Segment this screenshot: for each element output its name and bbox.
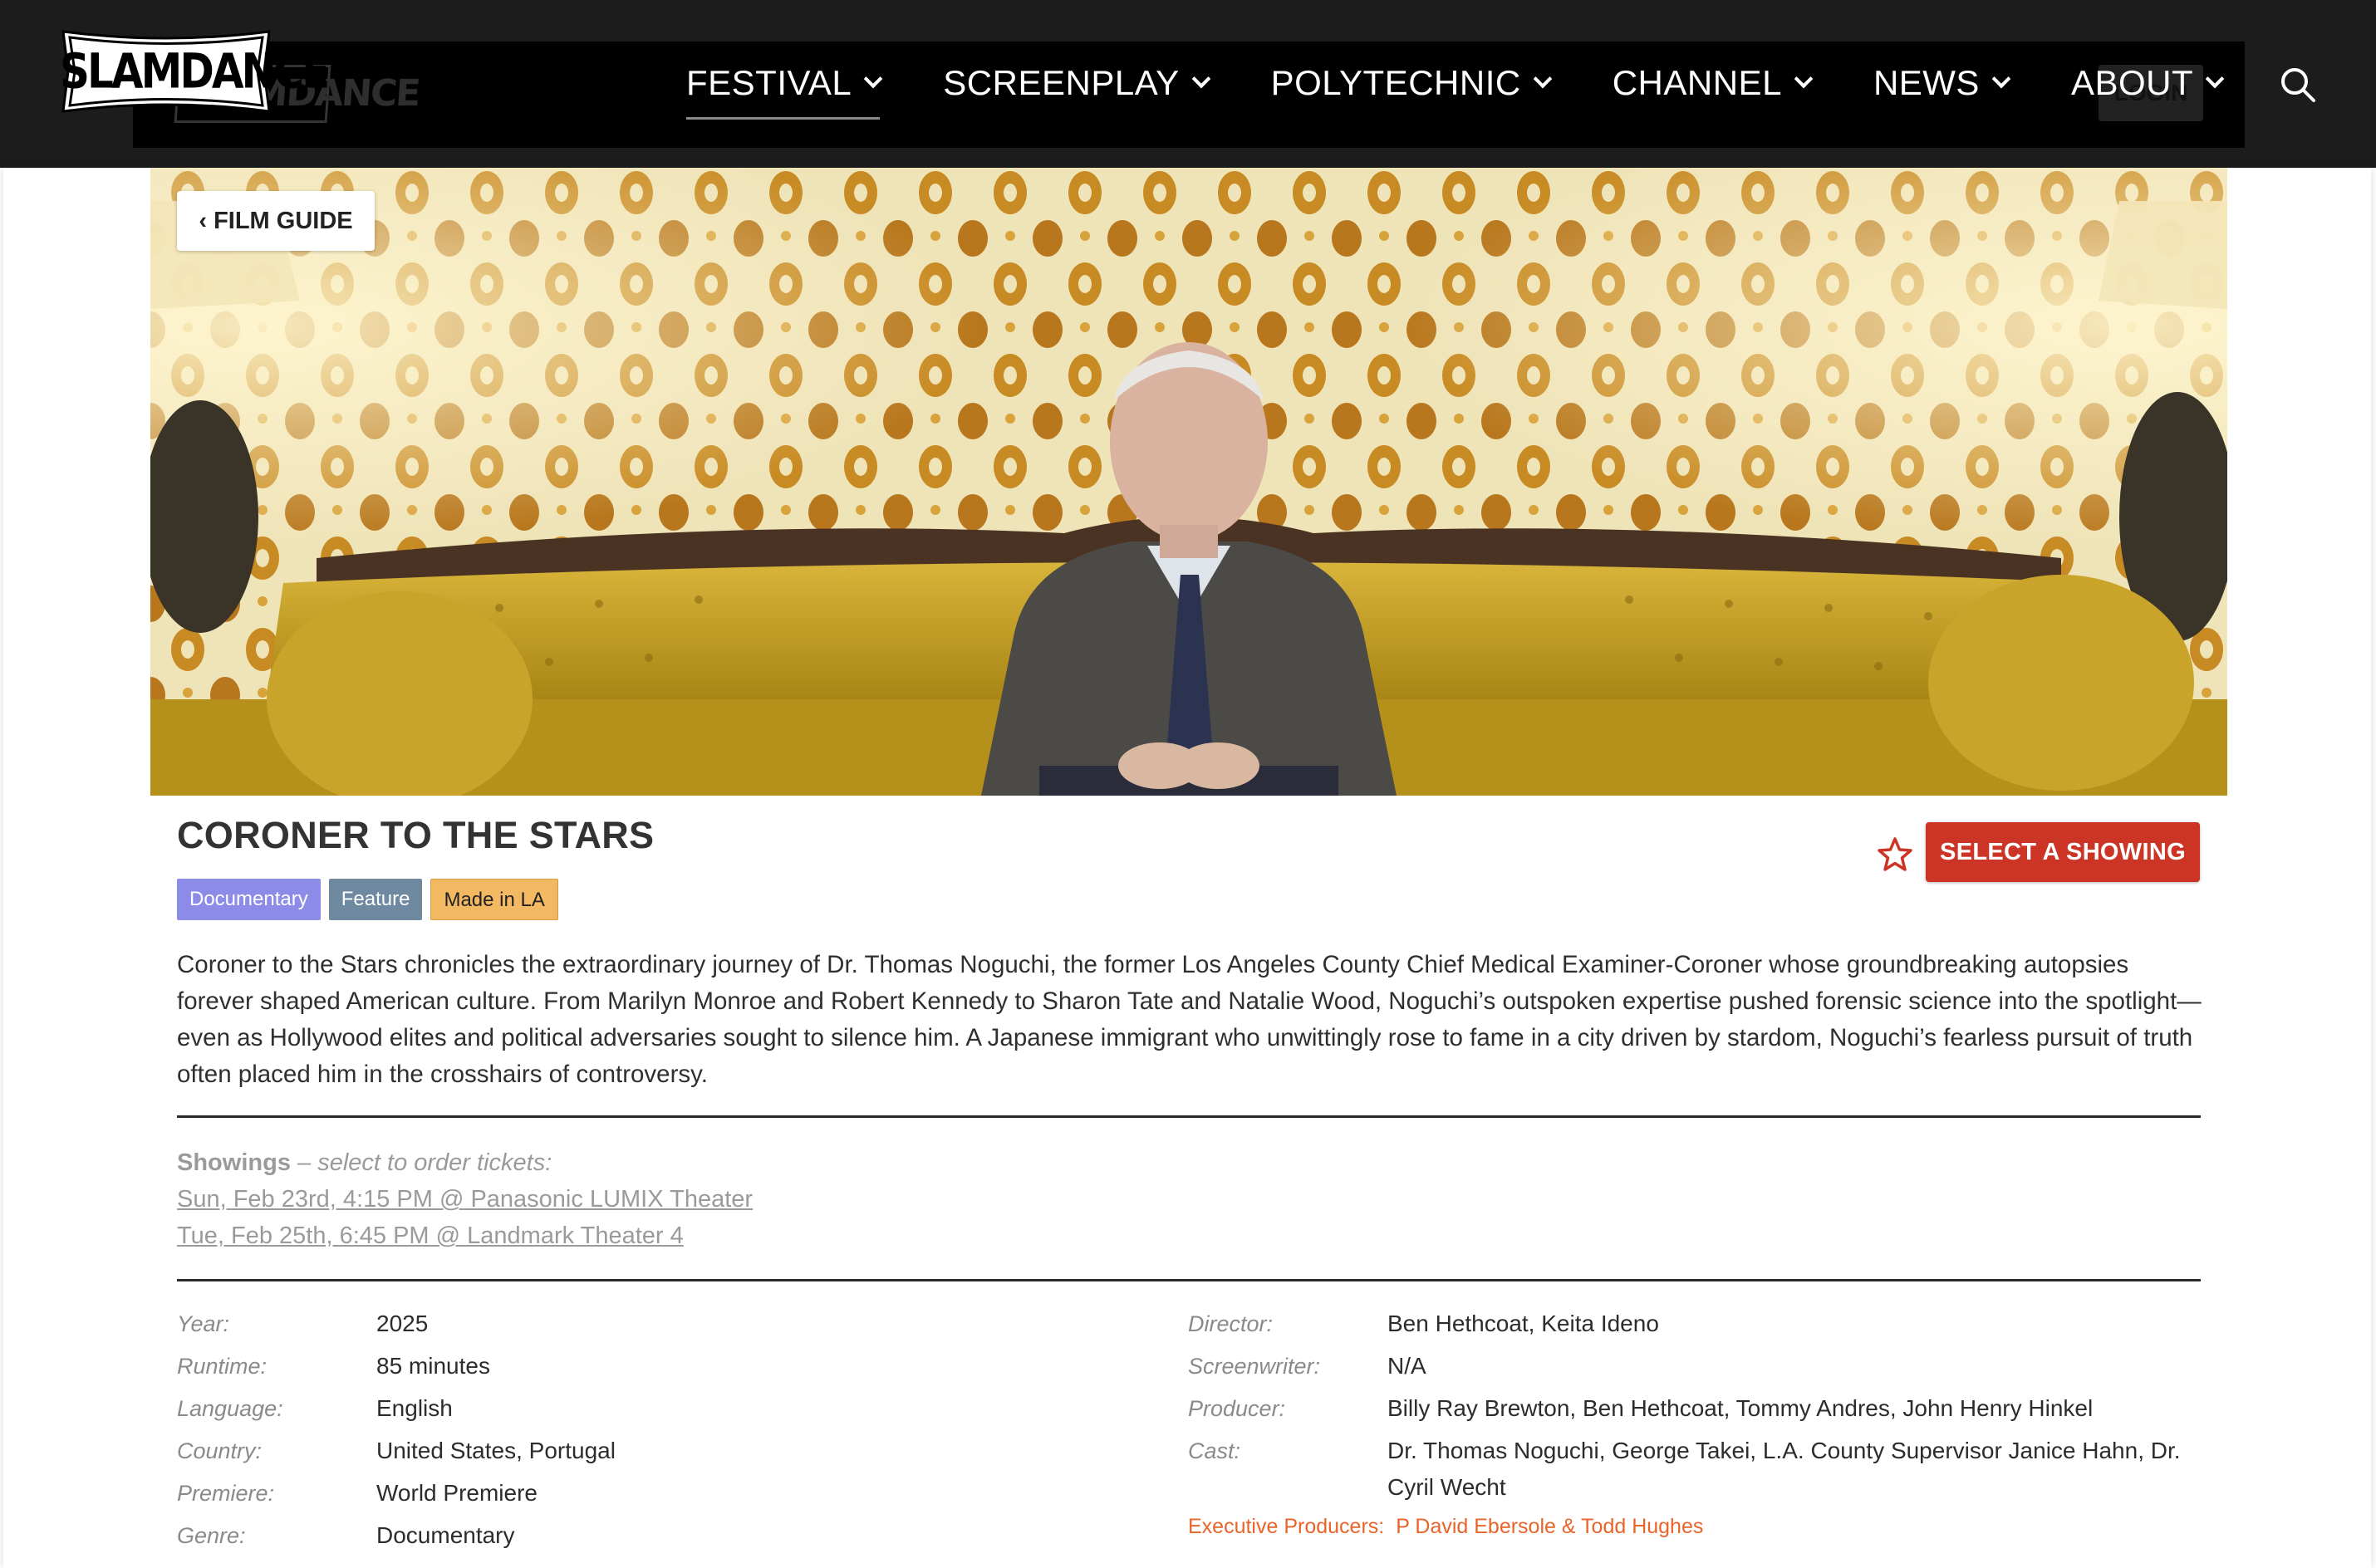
detail-key: Screenwriter:	[1188, 1354, 1321, 1379]
star-outline-icon[interactable]	[1876, 835, 1914, 874]
detail-key: Cast:	[1188, 1438, 1241, 1463]
detail-value: English	[376, 1395, 453, 1421]
search-icon[interactable]	[2278, 65, 2318, 105]
film-details-left: Year: 2025 Runtime: 85 minutes Language: En…	[177, 1306, 1091, 1560]
logo-text: SLAMDANCE	[60, 43, 330, 100]
showing-link[interactable]: Tue, Feb 25th, 6:45 PM @ Landmark Theate…	[177, 1218, 753, 1254]
detail-row-producer: Producer: Billy Ray Brewton, Ben Hethcoat…	[1188, 1390, 2210, 1427]
nav-channel[interactable]: CHANNEL	[1612, 50, 1814, 116]
detail-value: 85 minutes	[376, 1353, 490, 1379]
nav-screenplay-label: SCREENPLAY	[943, 63, 1180, 102]
detail-row-year: Year: 2025	[177, 1306, 1091, 1342]
detail-row-screenwriter: Screenwriter: N/A	[1188, 1348, 2210, 1384]
detail-key: Country:	[177, 1438, 263, 1463]
detail-row-genre: Genre: Documentary	[177, 1517, 1091, 1554]
slamdance-logo[interactable]: SLAMDANCE	[60, 27, 330, 116]
divider	[177, 1115, 2201, 1118]
showing-link[interactable]: Sun, Feb 23rd, 4:15 PM @ Panasonic LUMIX…	[177, 1181, 753, 1218]
executive-producers-row: Executive Producers: P David Ebersole & T…	[1188, 1508, 2210, 1545]
detail-value: N/A	[1387, 1353, 1426, 1379]
detail-key: Language:	[177, 1396, 283, 1421]
detail-key: Runtime:	[177, 1354, 268, 1379]
detail-value: 2025	[376, 1311, 429, 1336]
exec-key: Executive Producers:	[1188, 1515, 1385, 1538]
film-guide-back-button[interactable]: ‹ FILM GUIDE	[177, 191, 375, 251]
detail-row-language: Language: English	[177, 1390, 1091, 1427]
detail-key: Producer:	[1188, 1396, 1286, 1421]
showings-section: Showings – select to order tickets: Sun,…	[177, 1144, 753, 1254]
divider	[177, 1279, 2201, 1281]
tag-badge[interactable]: Feature	[328, 879, 423, 920]
nav-about-label: ABOUT	[2070, 63, 2194, 102]
detail-value: World Premiere	[376, 1480, 538, 1506]
nav-screenplay[interactable]: SCREENPLAY	[943, 50, 1210, 116]
tag-badge[interactable]: Made in LA	[430, 879, 558, 920]
showings-label: Showings	[177, 1149, 291, 1176]
nav-news-label: NEWS	[1873, 63, 1980, 102]
detail-key: Year:	[177, 1311, 230, 1336]
detail-row-country: Country: United States, Portugal	[177, 1433, 1091, 1469]
tag-badge[interactable]: Documentary	[177, 879, 321, 920]
detail-key: Genre:	[177, 1523, 246, 1548]
detail-row-premiere: Premiere: World Premiere	[177, 1475, 1091, 1512]
detail-row-cast: Cast: Dr. Thomas Noguchi, George Takei, L…	[1188, 1433, 2210, 1506]
detail-value: Ben Hethcoat, Keita Ideno	[1387, 1311, 1659, 1336]
chevron-down-icon	[863, 69, 883, 89]
detail-row-runtime: Runtime: 85 minutes	[177, 1348, 1091, 1384]
page-title: CORONER TO THE STARS	[177, 814, 655, 856]
nav-polytechnic-label: POLYTECHNIC	[1270, 63, 1521, 102]
hero-image	[150, 168, 2227, 796]
chevron-down-icon	[2205, 69, 2225, 89]
detail-row-director: Director: Ben Hethcoat, Keita Ideno	[1188, 1306, 2210, 1342]
detail-value: United States, Portugal	[376, 1438, 616, 1463]
chevron-down-icon	[1191, 69, 1210, 89]
nav-news[interactable]: NEWS	[1873, 50, 2011, 116]
nav-about[interactable]: ABOUT	[2070, 50, 2225, 116]
detail-value: Documentary	[376, 1522, 515, 1548]
film-synopsis: Coroner to the Stars chronicles the extr…	[177, 951, 2202, 1088]
exec-value: P David Ebersole & Todd Hughes	[1396, 1515, 1704, 1538]
chevron-down-icon	[1991, 69, 2011, 89]
nav-festival-label: FESTIVAL	[686, 63, 852, 102]
nav-polytechnic[interactable]: POLYTECHNIC	[1270, 50, 1553, 116]
detail-value: Billy Ray Brewton, Ben Hethcoat, Tommy A…	[1387, 1395, 2094, 1421]
film-details-right: Director: Ben Hethcoat, Keita Ideno Scree…	[1188, 1306, 2210, 1545]
detail-key: Premiere:	[177, 1481, 275, 1506]
select-showing-button[interactable]: SELECT A SHOWING	[1926, 822, 2200, 882]
chevron-down-icon	[1794, 69, 1814, 89]
showings-header: Showings – select to order tickets:	[177, 1144, 753, 1181]
nav-festival[interactable]: FESTIVAL	[686, 50, 883, 120]
nav-channel-label: CHANNEL	[1612, 63, 1782, 102]
chevron-down-icon	[1533, 69, 1553, 89]
main-nav: FESTIVAL SCREENPLAY POLYTECHNIC CHANNEL …	[686, 50, 2285, 120]
detail-key: Director:	[1188, 1311, 1274, 1336]
hero-illustration	[150, 168, 2227, 796]
genre-tags: Documentary Feature Made in LA	[177, 879, 567, 920]
detail-value: Dr. Thomas Noguchi, George Takei, L.A. C…	[1387, 1438, 2181, 1500]
showings-hint: – select to order tickets:	[290, 1149, 552, 1176]
